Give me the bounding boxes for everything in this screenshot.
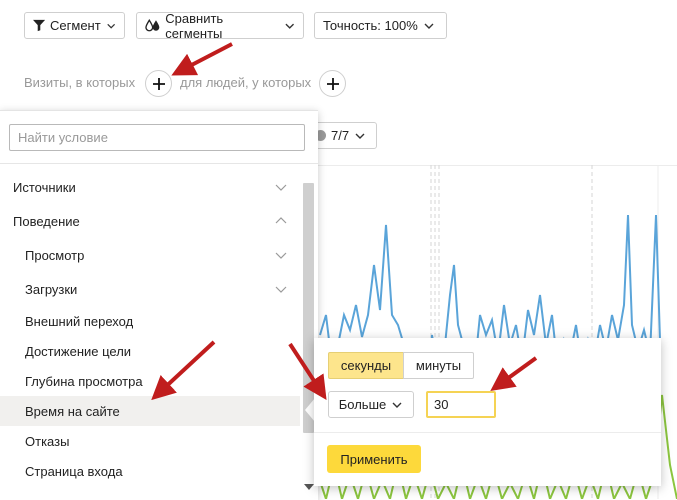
condition-dropdown: Источники Поведение Просмотр Загрузки Вн… <box>0 110 318 500</box>
chevron-down-icon <box>275 252 287 259</box>
menu-item-time-on-site[interactable]: Время на сайте <box>0 396 300 426</box>
segment-button-label: Сегмент <box>50 18 101 33</box>
menu-item-label: Глубина просмотра <box>25 373 143 389</box>
time-value-input[interactable] <box>426 391 496 418</box>
menu-item-label: Просмотр <box>25 247 85 263</box>
menu-group-behavior[interactable]: Поведение <box>0 206 300 236</box>
accuracy-button[interactable]: Точность: 100% <box>314 12 447 39</box>
chevron-down-icon <box>392 402 402 408</box>
unit-seconds-label: секунды <box>340 358 392 373</box>
menu-item-label: Время на сайте <box>25 403 120 419</box>
unit-minutes-label: минуты <box>415 358 462 373</box>
comparator-select[interactable]: Больше <box>328 391 414 418</box>
chevron-down-icon <box>284 23 294 29</box>
menu-item-label: Поведение <box>13 213 80 229</box>
menu-item-entry-page[interactable]: Страница входа <box>0 456 300 486</box>
comparator-label: Больше <box>338 397 387 412</box>
visits-condition-label: Визиты, в которых <box>24 75 136 90</box>
chevron-down-icon <box>424 23 434 29</box>
compare-segments-label: Сравнить сегменты <box>165 10 224 41</box>
menu-item-page-depth[interactable]: Глубина просмотра <box>0 366 300 396</box>
annotation-arrow <box>171 42 233 76</box>
divider <box>0 163 318 164</box>
chevron-down-icon <box>275 184 287 191</box>
time-condition-popup: секунды минуты Больше Применить <box>314 338 661 486</box>
add-people-condition-button[interactable] <box>319 70 346 97</box>
menu-item-label: Страница входа <box>25 463 123 479</box>
chevron-up-icon <box>275 217 287 224</box>
drops-icon <box>145 19 160 32</box>
divider <box>314 432 661 433</box>
scroll-down-icon[interactable] <box>304 483 314 491</box>
chevron-down-icon <box>275 286 287 293</box>
unit-minutes-toggle[interactable]: минуты <box>403 352 474 379</box>
apply-button[interactable]: Применить <box>327 445 421 473</box>
menu-item-label: Загрузки <box>25 281 78 297</box>
compare-segments-button[interactable]: Сравнить сегменты <box>136 10 304 41</box>
segment-button[interactable]: Сегмент <box>24 12 125 39</box>
plus-icon <box>152 77 165 90</box>
menu-group-sources[interactable]: Источники <box>0 172 300 202</box>
chevron-down-icon <box>106 23 115 29</box>
people-condition-label: для людей, у которых <box>180 75 312 90</box>
apply-button-label: Применить <box>340 451 408 467</box>
accuracy-label: Точность: 100% <box>323 18 418 33</box>
menu-item-external-link[interactable]: Внешний переход <box>0 306 300 336</box>
menu-item-label: Достижение цели <box>25 343 132 359</box>
menu-group-downloads[interactable]: Загрузки <box>0 274 300 304</box>
menu-item-goal-reached[interactable]: Достижение цели <box>0 336 300 366</box>
plus-icon <box>326 77 339 90</box>
menu-item-label: Источники <box>13 179 76 195</box>
menu-item-label: Внешний переход <box>25 313 134 329</box>
menu-item-bounces[interactable]: Отказы <box>0 426 300 456</box>
condition-search-input[interactable] <box>9 124 305 151</box>
period-label: 7/7 <box>331 128 350 143</box>
scrollbar-thumb[interactable] <box>303 183 314 433</box>
menu-group-views[interactable]: Просмотр <box>0 240 300 270</box>
add-visit-condition-button[interactable] <box>145 70 172 97</box>
filter-icon <box>33 19 46 32</box>
menu-item-label: Отказы <box>25 433 70 449</box>
chevron-down-icon <box>355 133 365 139</box>
unit-seconds-toggle[interactable]: секунды <box>328 352 404 379</box>
